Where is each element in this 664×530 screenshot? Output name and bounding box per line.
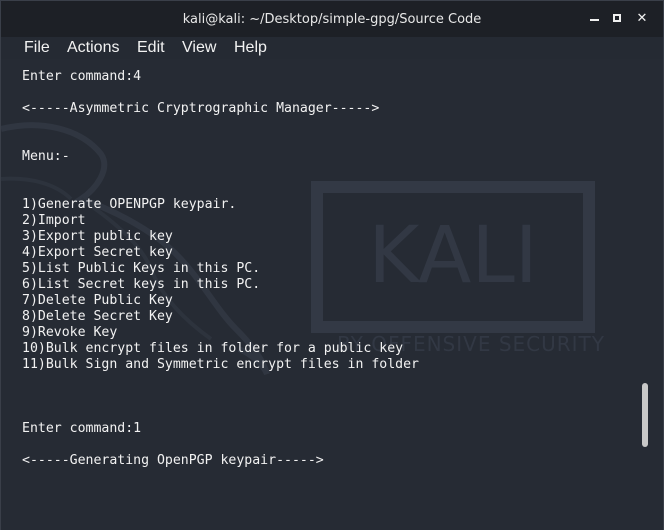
terminal-line: 3)Export public key (22, 229, 173, 244)
terminal-line: 7)Delete Public Key (22, 293, 173, 308)
maximize-button[interactable] (609, 10, 627, 28)
menu-bar: File Actions Edit View Help (1, 37, 663, 59)
menu-edit[interactable]: Edit (137, 39, 165, 57)
menu-actions[interactable]: Actions (67, 39, 119, 57)
title-bar[interactable]: kali@kali: ~/Desktop/simple-gpg/Source C… (1, 1, 663, 37)
terminal-output[interactable]: KALI BY OFFENSIVE SECURITY Enter command… (1, 59, 663, 530)
menu-file[interactable]: File (24, 39, 50, 57)
menu-help[interactable]: Help (234, 39, 267, 57)
terminal-line: Enter command:4 (22, 69, 142, 84)
close-icon: ✕ (636, 11, 648, 26)
close-button[interactable]: ✕ (633, 10, 651, 28)
watermark-brand: KALI (368, 211, 538, 301)
terminal-line: 8)Delete Secret Key (22, 309, 173, 324)
terminal-line: 4)Export Secret key (22, 245, 173, 260)
terminal-line: 5)List Public Keys in this PC. (22, 261, 261, 276)
terminal-line: 10)Bulk encrypt files in folder for a pu… (22, 341, 404, 356)
minimize-button[interactable] (585, 10, 603, 28)
terminal-line: 11)Bulk Sign and Symmetric encrypt files… (22, 357, 419, 372)
terminal-line: Enter command:1 (22, 421, 142, 436)
window-title: kali@kali: ~/Desktop/simple-gpg/Source C… (182, 12, 482, 27)
terminal-line: <-----Generating OpenPGP keypair-----> (22, 453, 324, 468)
minimize-icon (590, 19, 599, 21)
terminal-line: <-----Asymmetric Cryptrographic Manager-… (22, 101, 380, 116)
terminal-line: 9)Revoke Key (22, 325, 118, 340)
terminal-window: kali@kali: ~/Desktop/simple-gpg/Source C… (0, 0, 664, 530)
terminal-line: 1)Generate OPENPGP keypair. (22, 197, 237, 212)
terminal-line: 2)Import (22, 213, 86, 228)
terminal-line: Menu:- (22, 149, 70, 164)
scrollbar-thumb[interactable] (642, 383, 648, 447)
menu-view[interactable]: View (182, 39, 216, 57)
maximize-icon (613, 14, 621, 22)
terminal-line: 6)List Secret keys in this PC. (22, 277, 261, 292)
